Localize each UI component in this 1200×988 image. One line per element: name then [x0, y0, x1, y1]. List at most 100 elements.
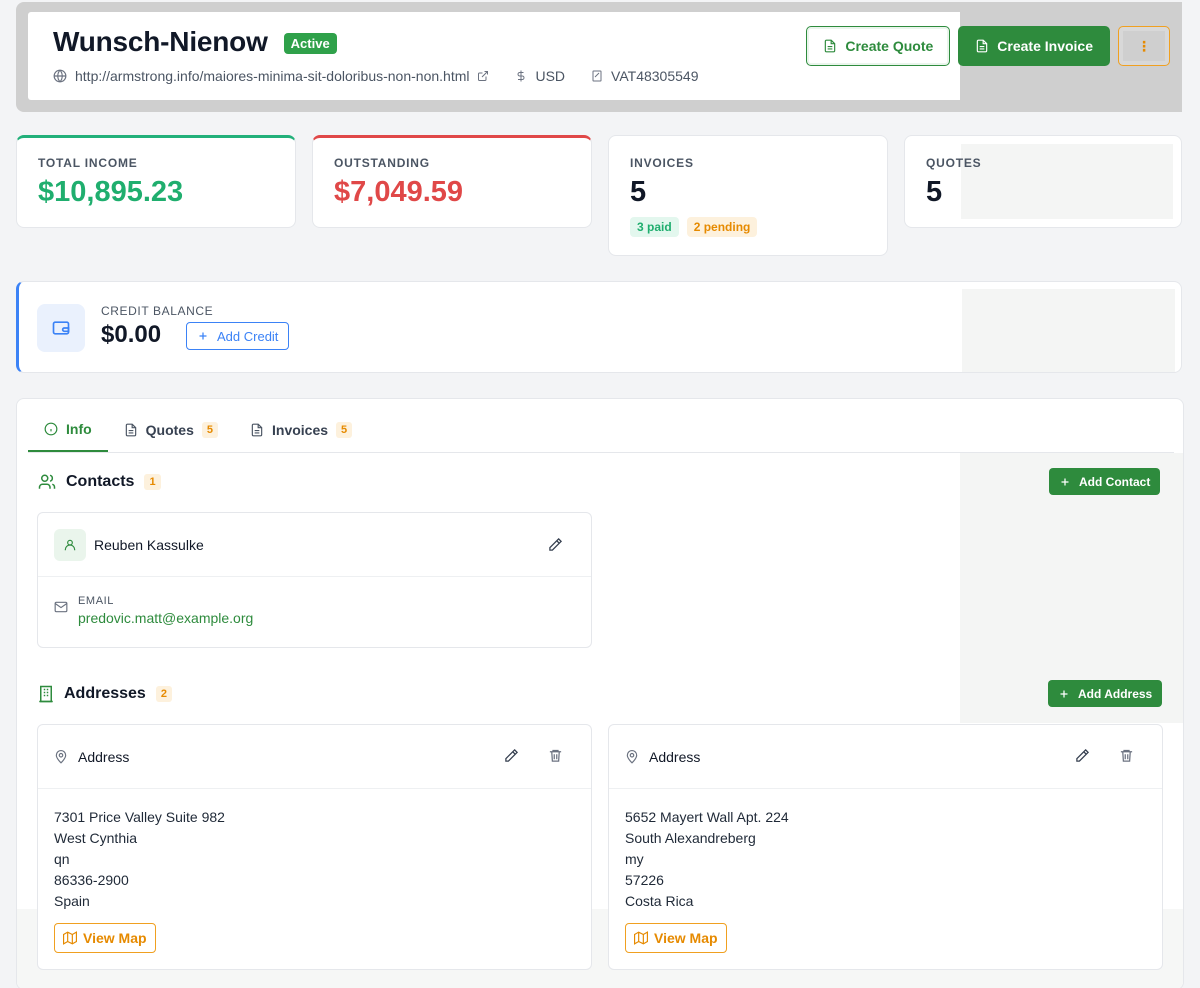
user-icon: [54, 528, 86, 561]
create-invoice-button[interactable]: Create Invoice: [958, 26, 1110, 66]
add-address-label: Add Address: [1078, 686, 1153, 701]
wallet-icon: [37, 304, 85, 352]
edit-icon[interactable]: [548, 537, 563, 552]
more-vertical-icon: ⋮: [1137, 37, 1151, 54]
map-pin-icon: [54, 749, 68, 765]
client-website-link[interactable]: http://armstrong.info/maiores-minima-sit…: [75, 68, 469, 84]
total-income-label: TOTAL INCOME: [38, 156, 138, 170]
receipt-icon: [591, 69, 603, 83]
address-line: my: [625, 851, 644, 867]
addresses-title: Addresses: [64, 685, 146, 702]
address-lines: 5652 Mayert Wall Apt. 224 South Alexandr…: [609, 789, 1162, 912]
outstanding-label: OUTSTANDING: [334, 156, 430, 170]
outstanding-card: OUTSTANDING $7,049.59: [312, 135, 592, 228]
tab-info-label: Info: [66, 420, 92, 437]
invoices-card: INVOICES 5 3 paid 2 pending: [608, 135, 888, 256]
trash-icon[interactable]: [548, 748, 563, 763]
file-icon: [975, 39, 989, 53]
external-link-icon[interactable]: [477, 70, 489, 82]
address-line: South Alexandreberg: [625, 830, 756, 846]
contact-email-link[interactable]: predovic.matt@example.org: [78, 610, 253, 626]
address-line: West Cynthia: [54, 830, 137, 846]
client-vat: VAT48305549: [611, 68, 699, 84]
email-label: EMAIL: [78, 595, 115, 607]
address-line: 7301 Price Valley Suite 982: [54, 809, 225, 825]
address-line: Spain: [54, 893, 90, 909]
tab-quotes-label: Quotes: [145, 421, 194, 438]
client-meta: http://armstrong.info/maiores-minima-sit…: [53, 68, 1157, 84]
add-credit-button[interactable]: Add Credit: [186, 322, 290, 350]
map-icon: [63, 931, 77, 945]
credit-balance-card: CREDIT BALANCE $0.00 Add Credit: [16, 281, 1182, 373]
address-line: 57226: [625, 872, 664, 888]
view-map-label: View Map: [654, 930, 718, 946]
address-card: Address 7301 Price Valley Suite 982 West…: [37, 724, 592, 970]
total-income-card: TOTAL INCOME $10,895.23: [16, 135, 296, 228]
globe-icon: [53, 69, 67, 83]
view-map-label: View Map: [83, 930, 147, 946]
client-header: Wunsch-Nienow Active http://armstrong.in…: [16, 2, 1182, 112]
tab-invoices-count: 5: [336, 421, 353, 438]
create-quote-label: Create Quote: [845, 38, 934, 54]
status-badge: Active: [283, 32, 337, 54]
contacts-title: Contacts: [66, 473, 135, 490]
tab-invoices-label: Invoices: [272, 421, 329, 438]
users-icon: [38, 473, 56, 491]
map-pin-icon: [625, 749, 639, 765]
address-line: 5652 Mayert Wall Apt. 224: [625, 809, 789, 825]
client-name: Wunsch-Nienow: [53, 26, 268, 57]
trash-icon[interactable]: [1119, 748, 1134, 763]
contacts-count: 1: [144, 474, 161, 490]
file-icon: [250, 423, 264, 437]
tab-invoices[interactable]: Invoices 5: [234, 407, 368, 452]
invoices-value: 5: [630, 176, 647, 208]
invoices-label: INVOICES: [630, 156, 694, 170]
address-card: Address 5652 Mayert Wall Apt. 224 South …: [608, 724, 1163, 970]
tab-info[interactable]: Info: [28, 407, 108, 452]
file-icon: [124, 423, 138, 437]
mail-icon: [54, 601, 68, 626]
tab-bar: Info Quotes 5 Invoices 5: [28, 407, 1174, 453]
address-title: Address: [649, 748, 701, 765]
add-contact-label: Add Contact: [1079, 474, 1151, 489]
map-icon: [634, 931, 648, 945]
client-currency: USD: [535, 68, 566, 84]
add-credit-label: Add Credit: [217, 328, 279, 344]
total-income-value: $10,895.23: [38, 176, 184, 208]
create-quote-button[interactable]: Create Quote: [806, 26, 951, 66]
address-lines: 7301 Price Valley Suite 982 West Cynthia…: [38, 789, 591, 912]
tab-quotes[interactable]: Quotes 5: [108, 407, 234, 452]
header-actions: Create Quote Create Invoice ⋮: [806, 26, 1170, 66]
add-address-button[interactable]: Add Address: [1048, 680, 1163, 707]
plus-icon: [1058, 688, 1070, 700]
address-line: 86336-2900: [54, 872, 129, 888]
tab-quotes-count: 5: [201, 421, 219, 438]
address-line: Costa Rica: [625, 893, 694, 909]
more-actions-button[interactable]: ⋮: [1118, 26, 1170, 66]
view-map-button[interactable]: View Map: [54, 923, 156, 953]
client-detail-panel: Info Quotes 5 Invoices 5 Contacts 1 Add …: [16, 398, 1184, 988]
address-line: qn: [54, 851, 70, 867]
quotes-label: QUOTES: [926, 156, 982, 170]
quotes-value: 5: [926, 176, 943, 208]
building-icon: [38, 685, 54, 703]
paid-badge: 3 paid: [630, 217, 679, 237]
credit-balance-label: CREDIT BALANCE: [101, 304, 214, 318]
edit-icon[interactable]: [1075, 748, 1090, 763]
contacts-heading: Contacts 1: [38, 473, 161, 491]
credit-balance-value: $0.00: [101, 321, 162, 348]
contact-card: Reuben Kassulke EMAIL predovic.matt@exam…: [37, 512, 592, 648]
dollar-icon: [515, 69, 527, 83]
addresses-count: 2: [155, 686, 172, 702]
add-contact-button[interactable]: Add Contact: [1049, 468, 1161, 495]
addresses-heading: Addresses 2: [38, 685, 172, 703]
file-icon: [823, 39, 837, 53]
outstanding-value: $7,049.59: [334, 176, 464, 208]
quotes-card: QUOTES 5: [904, 135, 1182, 228]
plus-icon: [1059, 476, 1071, 488]
view-map-button[interactable]: View Map: [625, 923, 727, 953]
create-invoice-label: Create Invoice: [997, 38, 1093, 54]
edit-icon[interactable]: [504, 748, 519, 763]
pending-badge: 2 pending: [686, 217, 758, 237]
address-title: Address: [78, 748, 130, 765]
